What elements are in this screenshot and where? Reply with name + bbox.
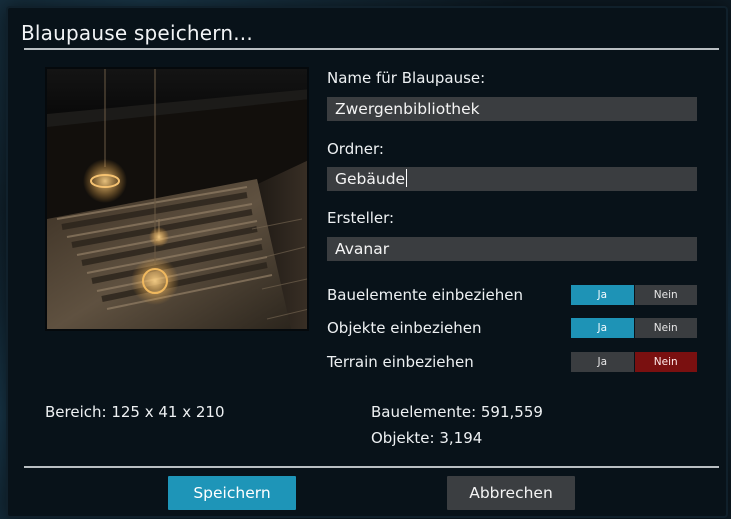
title-divider xyxy=(24,48,719,50)
include-terrain-no[interactable]: Nein xyxy=(634,352,697,372)
objects-count: Objekte: 3,194 xyxy=(371,429,483,447)
include-building-elements-label: Bauelemente einbeziehen xyxy=(327,286,524,304)
include-objects-label: Objekte einbeziehen xyxy=(327,319,482,337)
save-button[interactable]: Speichern xyxy=(168,476,296,510)
folder-value: Gebäude xyxy=(335,170,406,188)
blueprint-name-value: Zwergenbibliothek xyxy=(335,100,480,118)
folder-label: Ordner: xyxy=(327,140,384,158)
include-building-elements-yes[interactable]: Ja xyxy=(571,285,634,305)
creator-label: Ersteller: xyxy=(327,209,395,227)
include-terrain-toggle: Ja Nein xyxy=(571,352,697,372)
include-objects-yes[interactable]: Ja xyxy=(571,318,634,338)
include-objects-toggle: Ja Nein xyxy=(571,318,697,338)
creator-value: Avanar xyxy=(335,240,390,258)
blueprint-preview-image xyxy=(45,67,309,331)
creator-field[interactable]: Avanar xyxy=(327,237,697,261)
cancel-button[interactable]: Abbrechen xyxy=(447,476,575,510)
folder-field[interactable]: Gebäude xyxy=(327,167,697,191)
blueprint-range: Bereich: 125 x 41 x 210 xyxy=(45,403,225,421)
include-building-elements-no[interactable]: Nein xyxy=(634,285,697,305)
blueprint-name-label: Name für Blaupause: xyxy=(327,69,486,87)
footer-divider xyxy=(24,466,719,468)
blueprint-name-field[interactable]: Zwergenbibliothek xyxy=(327,97,697,121)
preview-render xyxy=(47,69,307,329)
include-building-elements-toggle: Ja Nein xyxy=(571,285,697,305)
building-elements-count: Bauelemente: 591,559 xyxy=(371,403,543,421)
include-terrain-yes[interactable]: Ja xyxy=(571,352,634,372)
include-terrain-label: Terrain einbeziehen xyxy=(327,353,474,371)
text-caret xyxy=(406,169,408,187)
include-objects-no[interactable]: Nein xyxy=(634,318,697,338)
dialog-title: Blaupause speichern... xyxy=(21,21,253,45)
